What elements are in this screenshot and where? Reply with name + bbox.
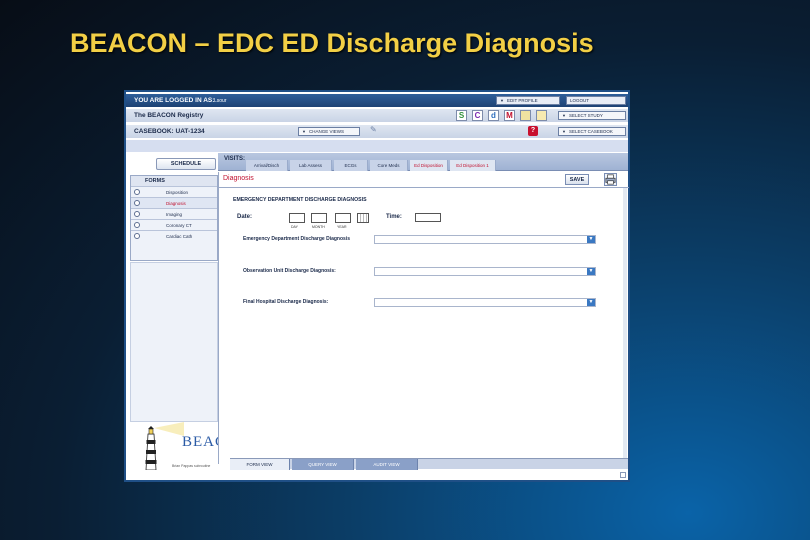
light-beam-icon — [154, 422, 184, 436]
observation-diagnosis-label: Observation Unit Discharge Diagnosis: — [243, 268, 336, 274]
logged-in-user: Lsour — [214, 97, 227, 104]
time-input[interactable] — [415, 213, 441, 222]
resize-grip-icon[interactable] — [620, 472, 626, 478]
radio-icon[interactable] — [134, 200, 140, 206]
slide-title: BEACON – EDC ED Discharge Diagnosis — [70, 28, 594, 58]
printer-glyph — [605, 174, 616, 185]
radio-icon[interactable] — [134, 189, 140, 195]
year-caption: YEAR — [337, 225, 347, 229]
visit-tab-ed-disposition-1[interactable]: Ed Disposition 1 — [450, 160, 496, 171]
form-item-label: Cardiac Cath — [166, 234, 193, 239]
notes-icon[interactable] — [536, 110, 547, 121]
form-area: Diagnosis SAVE EMERGENCY DEPARTMENT DISC… — [218, 172, 629, 464]
logout-label: LOGOUT — [570, 98, 590, 103]
beacon-logo: BEAC Brian Pappas subroutine — [130, 422, 230, 472]
day-input[interactable] — [289, 213, 305, 223]
registry-bar: The BEACON Registry S C d M ▼ SELECT STUD… — [126, 109, 628, 122]
month-input[interactable] — [311, 213, 327, 223]
visits-bar: VISITS: Arrival/Disch Lab Assess ECGs Co… — [218, 153, 628, 171]
edit-pencil-icon[interactable]: ✎ — [370, 125, 377, 134]
forms-header: FORMS — [131, 176, 217, 186]
registry-name: The BEACON Registry — [134, 112, 204, 119]
logout-button[interactable]: LOGOUT — [566, 96, 626, 105]
save-button[interactable]: SAVE — [565, 174, 589, 185]
visit-tab-core-meds[interactable]: Core Meds — [370, 160, 408, 171]
select-study-dropdown[interactable]: ▼ SELECT STUDY — [558, 111, 626, 120]
audit-view-tab[interactable]: AUDIT VIEW — [356, 459, 418, 470]
edit-profile-button[interactable]: ▼ EDIT PROFILE — [496, 96, 560, 105]
radio-icon[interactable] — [134, 222, 140, 228]
select-study-label: SELECT STUDY — [568, 113, 603, 118]
login-bar: YOU ARE LOGGED IN AS: Lsour ▼ EDIT PROFIL… — [126, 94, 628, 107]
query-view-tab[interactable]: QUERY VIEW — [292, 459, 354, 470]
time-label: Time: — [386, 214, 402, 220]
day-caption: DAY — [291, 225, 298, 229]
logo-subtitle: Brian Pappas subroutine — [172, 464, 211, 468]
section-header: EMERGENCY DEPARTMENT DISCHARGE DIAGNOSIS — [233, 197, 367, 203]
ed-discharge-diagnosis-label: Emergency Department Discharge Diagnosis — [243, 236, 350, 242]
casebook-bar: CASEBOOK: UAT-1234 ▼ CHANGE VIEWS ✎ ? ▼ SE… — [126, 125, 628, 138]
folder-icon[interactable] — [520, 110, 531, 121]
radio-icon[interactable] — [134, 211, 140, 217]
scrollbar[interactable] — [623, 188, 627, 458]
divider — [219, 187, 629, 188]
dropdown-arrow-icon: ▼ — [500, 98, 504, 103]
visit-tab-ed-disposition[interactable]: Ed Disposition — [410, 160, 448, 171]
app-window: YOU ARE LOGGED IN AS: Lsour ▼ EDIT PROFIL… — [124, 90, 630, 482]
form-item-imaging[interactable]: Imaging — [131, 208, 217, 219]
d-tool-icon[interactable]: d — [488, 110, 499, 121]
dropdown-arrow-icon: ▼ — [562, 113, 566, 118]
final-hospital-diagnosis-label: Final Hospital Discharge Diagnosis: — [243, 299, 329, 305]
form-view-tab[interactable]: FORM VIEW — [230, 459, 290, 470]
forms-panel: FORMS Disposition Diagnosis Imaging Coro… — [130, 175, 218, 261]
dropdown-arrow-icon: ▼ — [587, 299, 595, 306]
visits-label: VISITS: — [224, 156, 246, 162]
calendar-icon[interactable] — [357, 213, 369, 223]
form-item-diagnosis[interactable]: Diagnosis — [131, 197, 217, 208]
form-item-coronary-ct[interactable]: Coronary CT — [131, 219, 217, 230]
mail-icon[interactable]: M — [504, 110, 515, 121]
visit-tab-ecgs[interactable]: ECGs — [334, 160, 368, 171]
form-title: Diagnosis — [223, 175, 254, 182]
change-view-dropdown[interactable]: ▼ CHANGE VIEWS — [298, 127, 360, 136]
visit-tab-lab[interactable]: Lab Assess — [290, 160, 332, 171]
year-input[interactable] — [335, 213, 351, 223]
final-hospital-diagnosis-select[interactable]: ▼ — [374, 298, 596, 307]
select-casebook-dropdown[interactable]: ▼ SELECT CASEBOOK — [558, 127, 626, 136]
ed-discharge-diagnosis-select[interactable]: ▼ — [374, 235, 596, 244]
dropdown-arrow-icon: ▼ — [302, 129, 306, 134]
casebook-label: CASEBOOK: UAT-1234 — [134, 128, 205, 135]
dropdown-arrow-icon: ▼ — [587, 268, 595, 275]
date-label: Date: — [237, 214, 253, 220]
header-band — [126, 140, 628, 152]
dropdown-arrow-icon: ▼ — [587, 236, 595, 243]
observation-diagnosis-select[interactable]: ▼ — [374, 267, 596, 276]
schedule-tab[interactable]: SCHEDULE — [156, 158, 216, 170]
forms-panel-fill — [130, 262, 218, 422]
month-caption: MONTH — [312, 225, 325, 229]
logged-in-label: YOU ARE LOGGED IN AS: — [134, 97, 215, 104]
edit-profile-label: EDIT PROFILE — [506, 98, 538, 103]
form-item-cardiac-cath[interactable]: Cardiac Cath — [131, 230, 217, 241]
radio-icon[interactable] — [134, 233, 140, 239]
help-icon[interactable]: ? — [528, 126, 538, 136]
view-tabs-bar: FORM VIEW QUERY VIEW AUDIT VIEW — [230, 458, 628, 470]
select-casebook-label: SELECT CASEBOOK — [568, 129, 613, 134]
form-item-disposition[interactable]: Disposition — [131, 186, 217, 197]
c-tool-icon[interactable]: C — [472, 110, 483, 121]
visit-tab-arrival[interactable]: Arrival/Disch — [246, 160, 288, 171]
change-view-label: CHANGE VIEWS — [308, 129, 344, 134]
print-icon[interactable] — [604, 173, 617, 186]
dropdown-arrow-icon: ▼ — [562, 129, 566, 134]
s-tool-icon[interactable]: S — [456, 110, 467, 121]
